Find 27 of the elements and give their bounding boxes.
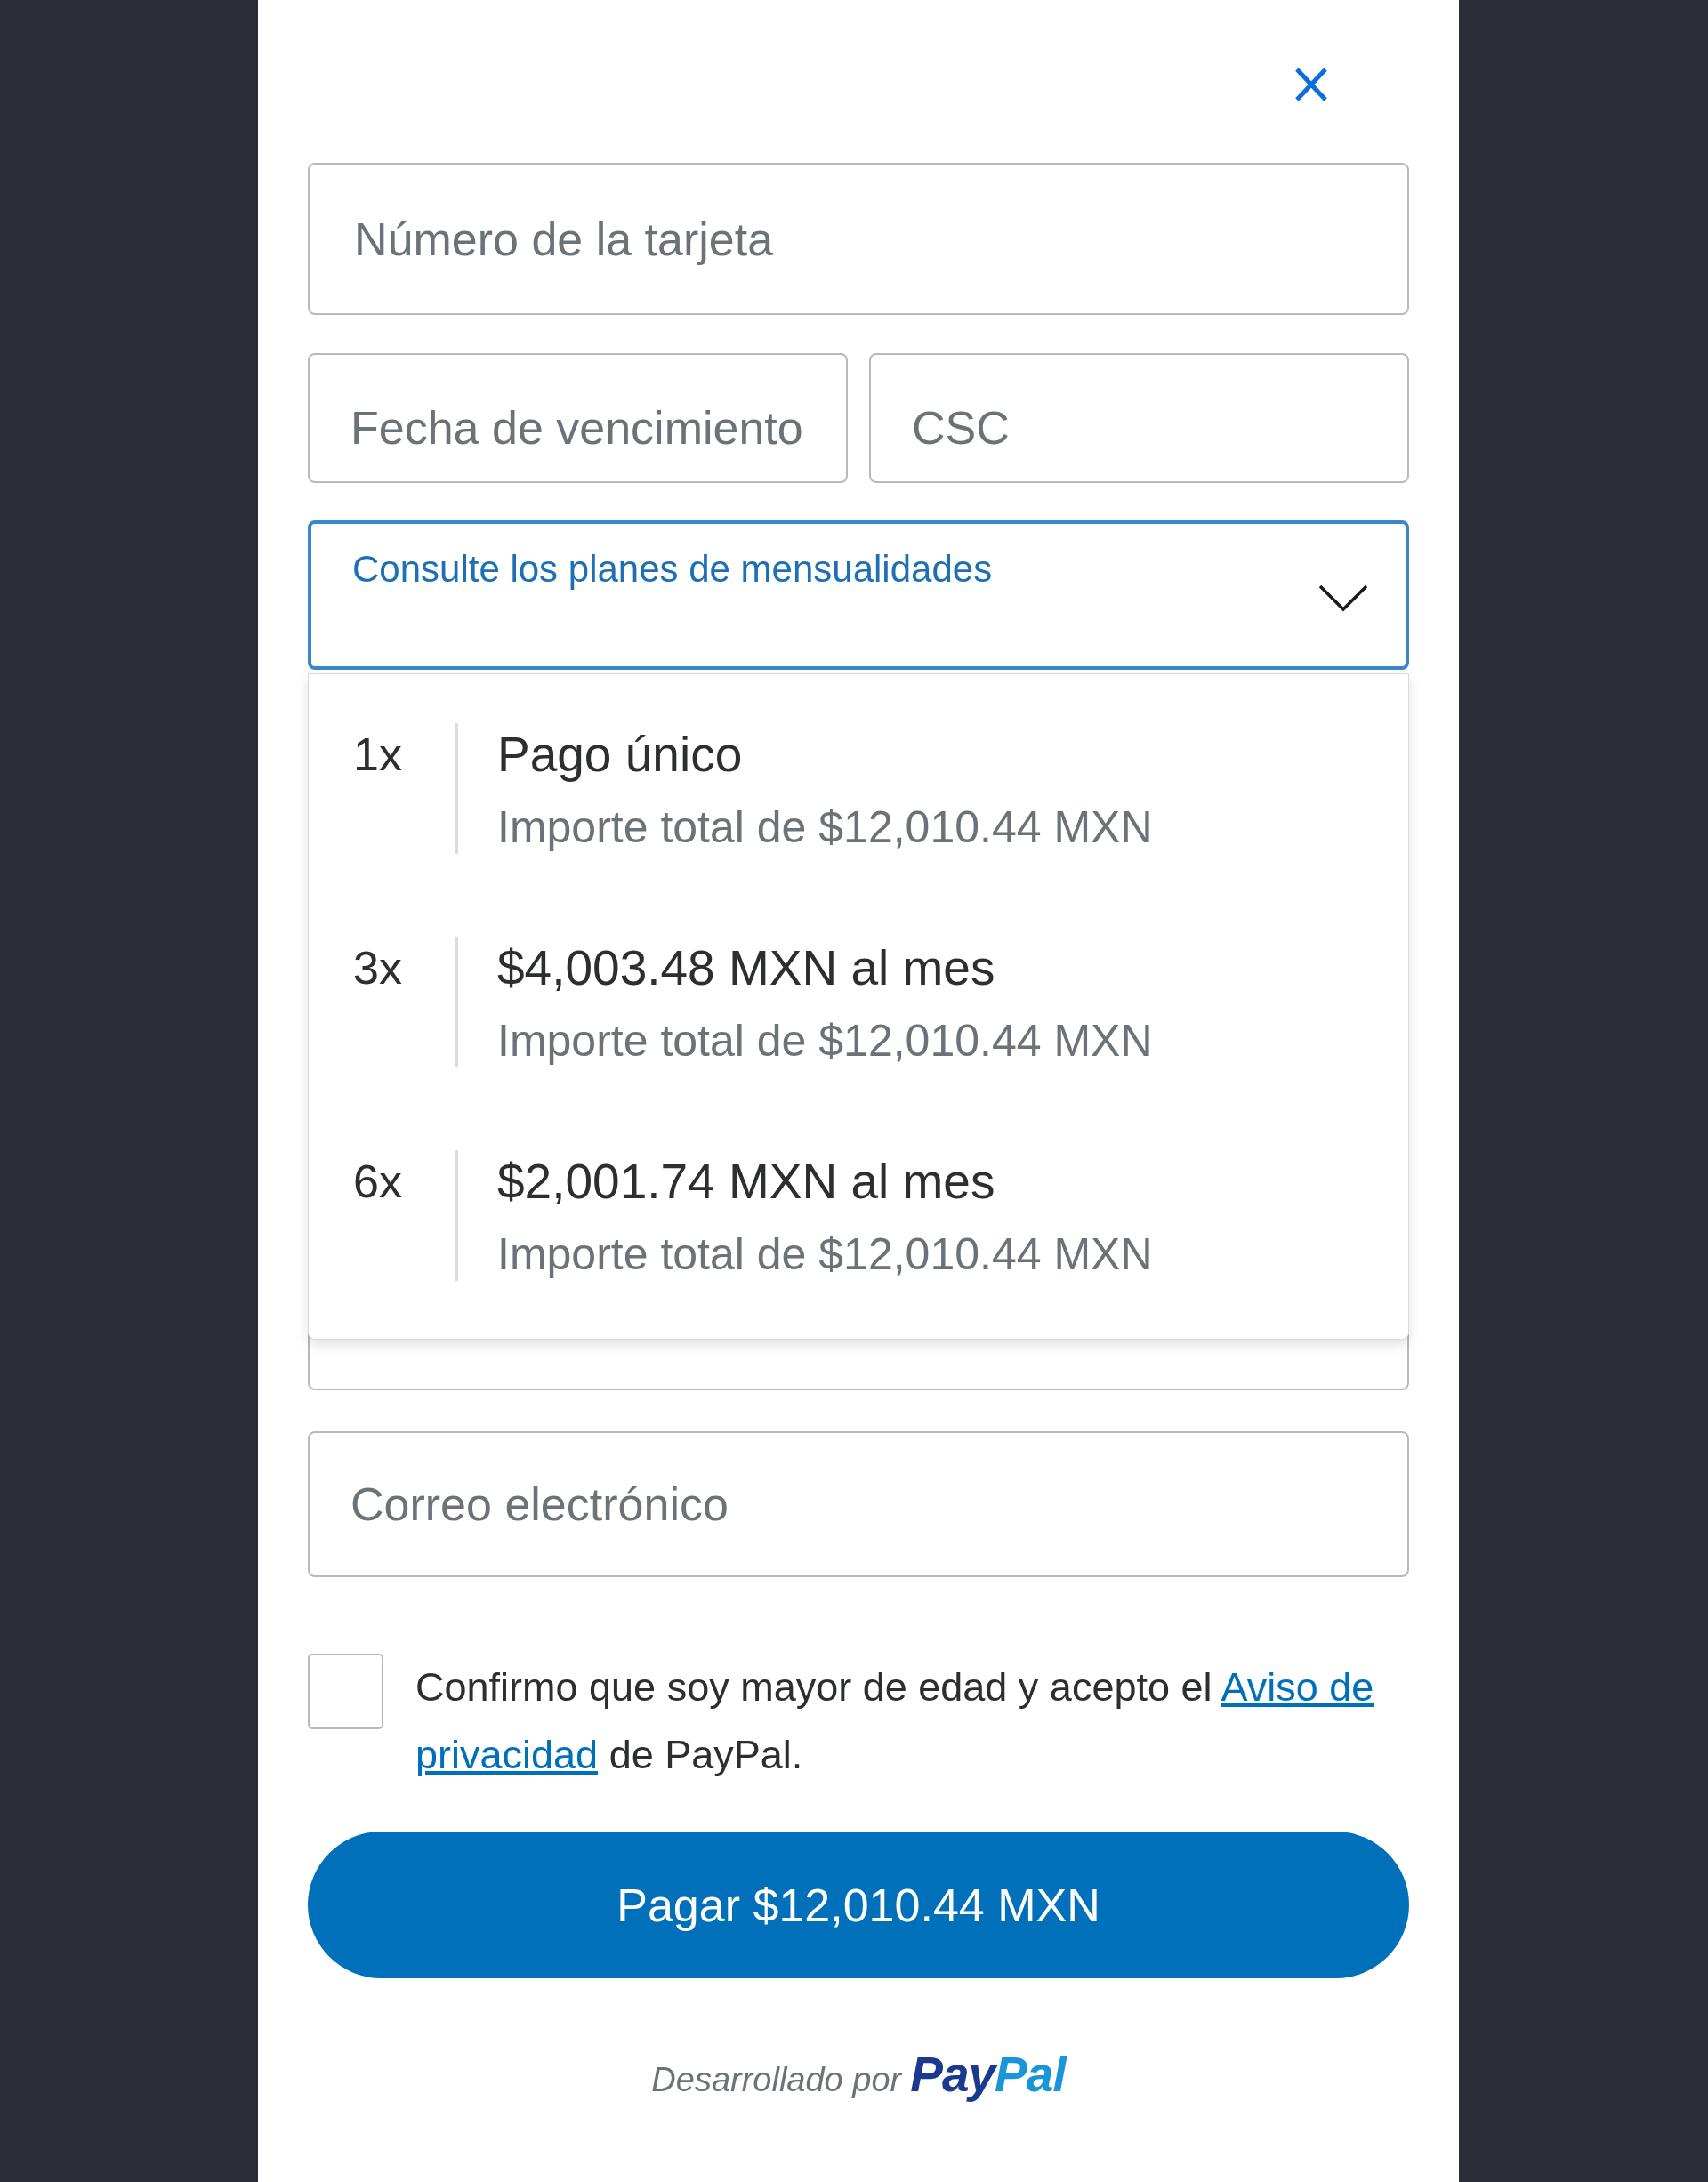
close-icon [1294,67,1328,102]
privacy-link[interactable]: privacidad [415,1732,599,1777]
option-title: $4,003.48 MXN al mes [497,939,996,997]
expiry-date-field[interactable]: Fecha de vencimiento [308,353,848,483]
option-total: Importe total de $12,010.44 MXN [497,1228,1153,1281]
consent-checkbox[interactable] [308,1654,383,1729]
option-total: Importe total de $12,010.44 MXN [497,1015,1153,1067]
installment-option[interactable]: 6x $2,001.74 MXN al mes Importe total de $12,010.44 MXN [309,1150,1408,1281]
option-count: 1x [353,728,403,782]
installment-select[interactable]: Consulte los planes de mensualidades [308,520,1409,670]
installment-option[interactable]: 1x Pago único Importe total de $12,010.44 MXN [309,723,1408,854]
security-code-field[interactable]: CSC [869,353,1409,483]
option-title: $2,001.74 MXN al mes [497,1153,996,1211]
email-field[interactable]: Correo electrónico [308,1431,1409,1577]
option-count: 6x [353,1155,403,1209]
pay-button[interactable]: Pagar $12,010.44 MXN [308,1832,1409,1978]
option-total: Importe total de $12,010.44 MXN [497,801,1153,854]
card-number-field[interactable]: Número de la tarjeta [308,163,1409,315]
close-button[interactable] [1294,67,1328,102]
privacy-link[interactable]: Aviso de [1221,1664,1374,1710]
brand-logo: PayPal [910,2048,1066,2101]
powered-by-text: Desarrollado por [651,2060,902,2100]
option-count: 3x [353,941,403,995]
option-title: Pago único [497,726,744,784]
consent-text: Confirmo que soy mayor de edad y acepto el Aviso de privacidad de PayPal. [415,1663,1375,1779]
chevron-down-icon [1318,584,1368,611]
installment-option[interactable]: 3x $4,003.48 MXN al mes Importe total de $12,010.44 MXN [309,937,1408,1067]
